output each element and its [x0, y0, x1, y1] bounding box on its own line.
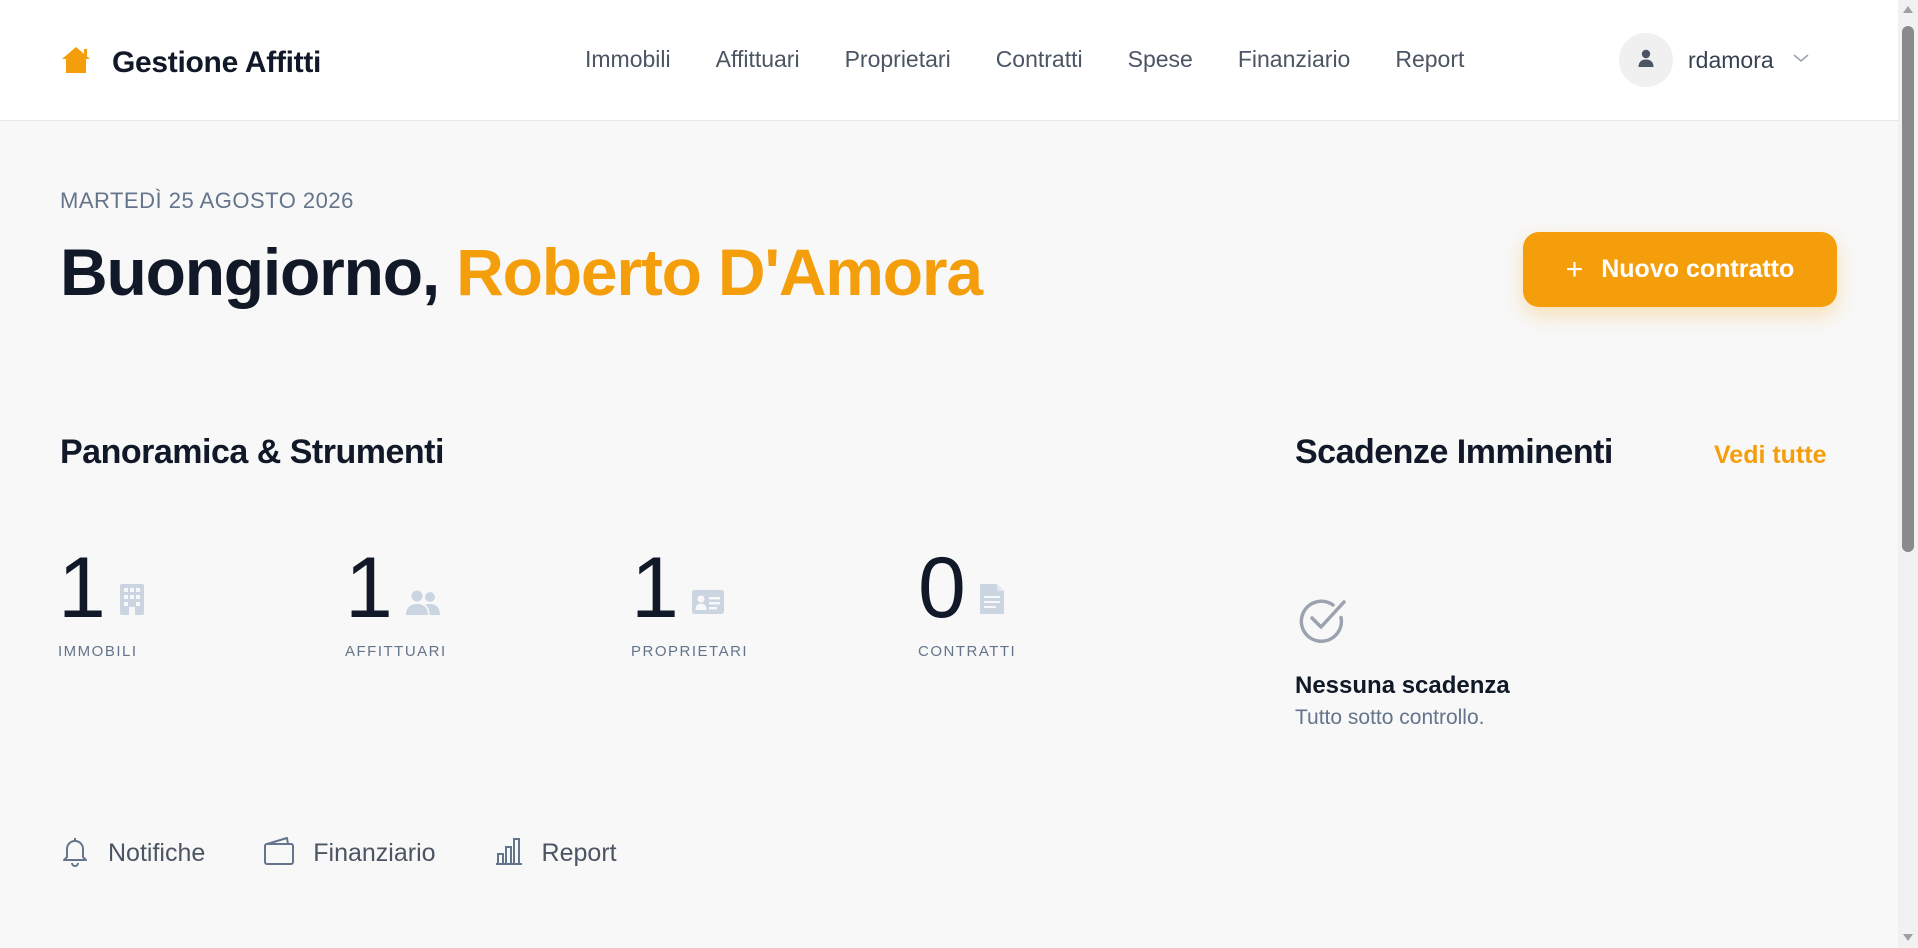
tools-row: Notifiche Finanziario Report — [60, 835, 675, 872]
nav-item-report[interactable]: Report — [1395, 44, 1464, 74]
tool-label: Notifiche — [108, 839, 206, 867]
chevron-down-icon — [1774, 51, 1810, 69]
users-icon — [405, 588, 441, 621]
brand-name: Gestione Affitti — [112, 45, 322, 79]
wallet-icon — [263, 836, 295, 871]
main-nav: Immobili Affittuari Proprietari Contratt… — [585, 44, 1509, 74]
new-contract-label: Nuovo contratto — [1601, 255, 1795, 283]
brand[interactable]: Gestione Affitti — [60, 44, 321, 81]
stat-label: CONTRATTI — [918, 643, 1017, 660]
new-contract-button[interactable]: + Nuovo contratto — [1523, 232, 1837, 307]
stat-contratti[interactable]: 0 CONTRATTI — [918, 543, 1158, 660]
stat-immobili[interactable]: 1 IMMOBILI — [58, 543, 298, 660]
stat-value: 1 — [631, 540, 679, 636]
document-icon — [978, 582, 1006, 621]
overview-title: Panoramica & Strumenti — [60, 433, 444, 471]
username: rdamora — [1688, 46, 1774, 73]
top-navbar: Gestione Affitti Immobili Affittuari Pro… — [0, 0, 1898, 121]
bar-chart-icon — [494, 836, 524, 871]
greeting-text: Buongiorno, — [60, 235, 440, 309]
nav-item-immobili[interactable]: Immobili — [585, 44, 671, 74]
user-menu[interactable]: rdamora — [1619, 33, 1810, 87]
stat-label: PROPRIETARI — [631, 643, 749, 660]
empty-state-subtitle: Tutto sotto controllo. — [1295, 706, 1485, 729]
nav-item-finanziario[interactable]: Finanziario — [1238, 44, 1351, 74]
avatar — [1619, 33, 1673, 87]
user-full-name: Roberto D'Amora — [456, 235, 983, 309]
nav-item-affittuari[interactable]: Affittuari — [716, 44, 800, 74]
scroll-up-arrow-icon[interactable] — [1903, 6, 1913, 13]
plus-icon: + — [1565, 252, 1584, 286]
nav-item-spese[interactable]: Spese — [1128, 44, 1193, 74]
stat-value: 1 — [345, 540, 393, 636]
nav-item-contratti[interactable]: Contratti — [996, 44, 1083, 74]
scroll-down-arrow-icon[interactable] — [1903, 934, 1913, 941]
stat-affittuari[interactable]: 1 AFFITTUARI — [345, 543, 585, 660]
tool-report[interactable]: Report — [494, 836, 617, 871]
empty-state-title: Nessuna scadenza — [1295, 672, 1510, 699]
tool-label: Report — [541, 839, 617, 867]
user-icon — [1636, 48, 1656, 73]
stat-value: 0 — [918, 540, 966, 636]
home-icon — [60, 44, 92, 81]
stat-value: 1 — [58, 540, 106, 636]
scrollbar[interactable] — [1898, 0, 1918, 948]
current-date: MARTEDÌ 25 AGOSTO 2026 — [60, 188, 354, 213]
stat-label: AFFITTUARI — [345, 643, 447, 660]
deadlines-title: Scadenze Imminenti — [1295, 433, 1613, 471]
tool-finanziario[interactable]: Finanziario — [263, 836, 436, 871]
see-all-link[interactable]: Vedi tutte — [1714, 441, 1827, 470]
scroll-thumb[interactable] — [1902, 26, 1914, 552]
id-card-icon — [691, 588, 725, 621]
stat-proprietari[interactable]: 1 PROPRIETARI — [631, 543, 871, 660]
greeting: Buongiorno, Roberto D'Amora — [60, 232, 983, 312]
tool-label: Finanziario — [313, 839, 436, 867]
building-icon — [118, 582, 146, 621]
stat-label: IMMOBILI — [58, 643, 138, 660]
tool-notifiche[interactable]: Notifiche — [60, 835, 205, 872]
bell-icon — [60, 835, 90, 872]
check-circle-icon — [1297, 596, 1351, 651]
nav-item-proprietari[interactable]: Proprietari — [845, 44, 951, 74]
